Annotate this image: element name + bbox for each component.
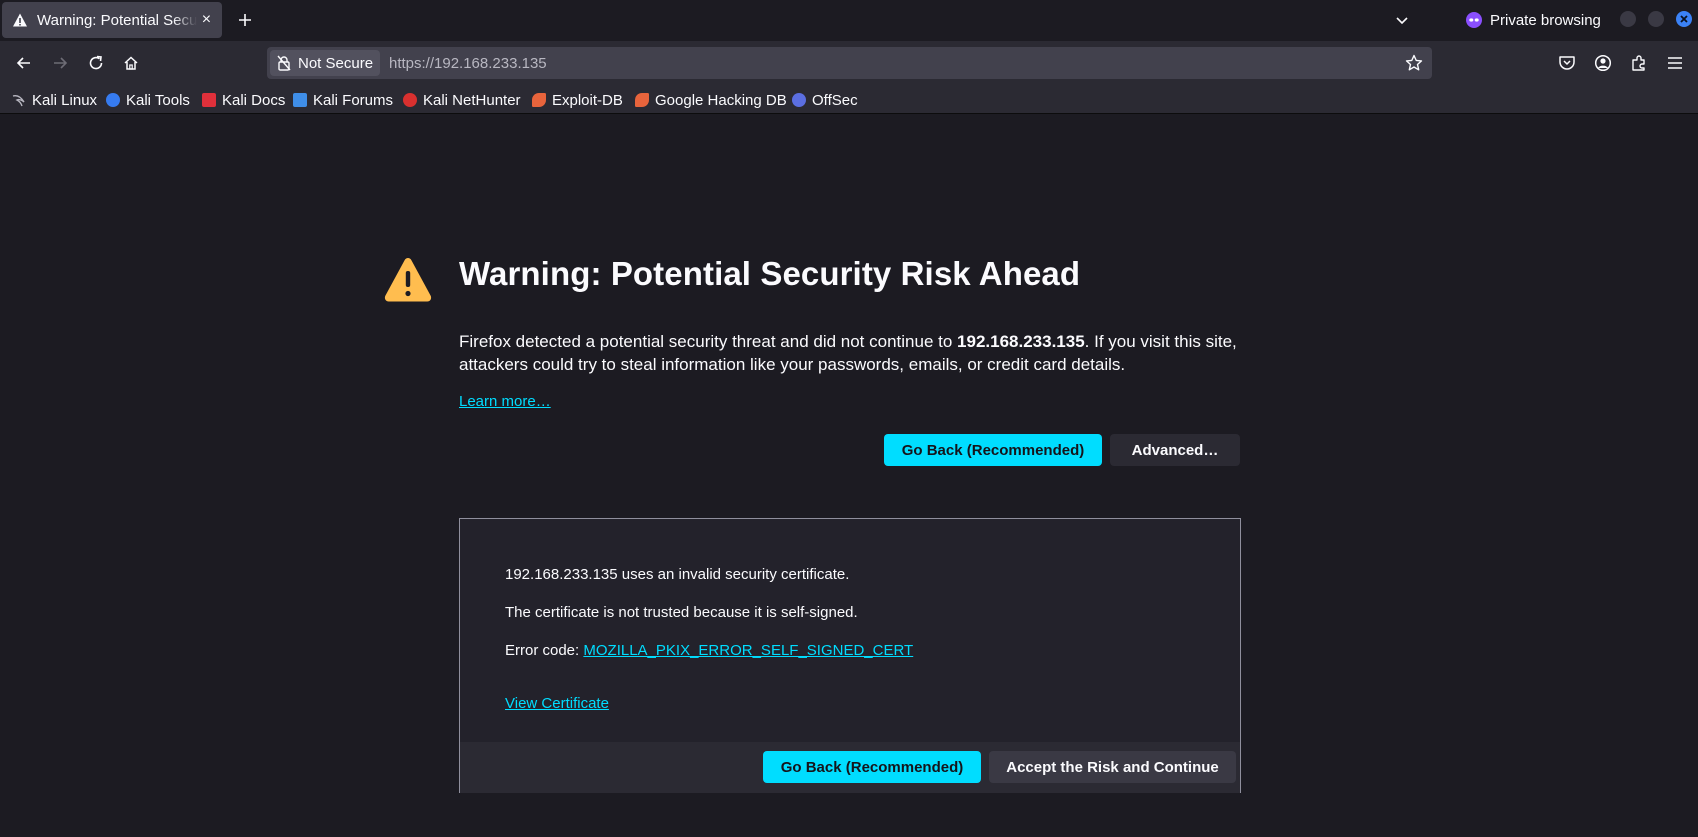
bookmark-kali-tools[interactable]: Kali Tools <box>106 91 190 109</box>
hamburger-menu-icon[interactable] <box>1666 54 1684 72</box>
bookmark-kali-docs[interactable]: Kali Docs <box>202 91 285 109</box>
home-icon <box>124 56 138 70</box>
bookmark-star-icon[interactable] <box>1405 54 1423 72</box>
page-title: Warning: Potential Security Risk Ahead <box>459 255 1081 292</box>
exploit-db-icon <box>532 93 546 107</box>
back-button[interactable] <box>10 49 38 77</box>
accept-risk-button[interactable]: Accept the Risk and Continue <box>989 751 1236 783</box>
new-tab-icon[interactable] <box>234 9 256 31</box>
kali-dragon-icon <box>12 93 26 107</box>
error-code-row: Error code: MOZILLA_PKIX_ERROR_SELF_SIGN… <box>505 642 913 659</box>
bookmark-kali-linux[interactable]: Kali Linux <box>12 91 97 109</box>
bookmark-label: OffSec <box>812 91 858 109</box>
pocket-icon[interactable] <box>1558 54 1576 72</box>
reload-icon <box>89 55 103 70</box>
bookmark-label: Kali Forums <box>313 91 394 109</box>
nethunter-icon <box>403 93 417 107</box>
bookmark-label: Kali Tools <box>126 91 190 109</box>
private-browsing-indicator: Private browsing <box>1466 9 1601 31</box>
error-code-label: Error code: <box>505 642 584 659</box>
private-browsing-label: Private browsing <box>1490 11 1601 29</box>
advanced-panel-footer: Go Back (Recommended) Accept the Risk an… <box>460 742 1240 793</box>
arrow-left-icon <box>16 57 30 69</box>
warning-icon <box>12 12 28 28</box>
go-back-button[interactable]: Go Back (Recommended) <box>884 434 1102 466</box>
warning-triangle-icon <box>384 258 432 302</box>
bookmarks-toolbar: Kali Linux Kali Tools Kali Docs Kali For… <box>0 85 1698 114</box>
not-secure-label: Not Secure <box>298 54 374 72</box>
extensions-icon[interactable] <box>1630 54 1648 72</box>
bookmark-kali-forums[interactable]: Kali Forums <box>293 91 393 109</box>
private-mask-icon <box>1466 12 1482 28</box>
advanced-button[interactable]: Advanced… <box>1110 434 1240 466</box>
bookmark-kali-nethunter[interactable]: Kali NetHunter <box>403 91 521 109</box>
bookmark-label: Google Hacking DB <box>655 91 787 109</box>
tab-strip: Warning: Potential Security Risk Ahead ×… <box>0 0 1698 41</box>
forward-button[interactable] <box>46 49 74 77</box>
close-window-button[interactable] <box>1676 11 1692 27</box>
offsec-icon <box>792 93 806 107</box>
tab-active[interactable]: Warning: Potential Security Risk Ahead × <box>2 2 222 38</box>
close-tab-icon[interactable]: × <box>199 12 214 28</box>
tab-title: Warning: Potential Security Risk Ahead <box>37 11 197 29</box>
bookmark-exploit-db[interactable]: Exploit-DB <box>532 91 623 109</box>
arrow-right-icon <box>54 57 68 69</box>
minimize-button[interactable] <box>1620 11 1636 27</box>
description-text: Firefox detected a potential security th… <box>459 332 958 351</box>
learn-more-link[interactable]: Learn more… <box>459 393 551 410</box>
url-text[interactable]: https://192.168.233.135 <box>389 55 547 72</box>
bookmark-label: Kali Linux <box>32 91 98 109</box>
go-back-button-secondary[interactable]: Go Back (Recommended) <box>763 751 981 783</box>
home-button[interactable] <box>117 49 145 77</box>
bookmark-google-hacking-db[interactable]: Google Hacking DB <box>635 91 787 109</box>
account-icon[interactable] <box>1594 54 1612 72</box>
maximize-button[interactable] <box>1648 11 1664 27</box>
reload-button[interactable] <box>82 49 110 77</box>
error-description: Firefox detected a potential security th… <box>459 330 1239 376</box>
error-code-link[interactable]: MOZILLA_PKIX_ERROR_SELF_SIGNED_CERT <box>583 642 913 659</box>
invalid-cert-text: 192.168.233.135 uses an invalid security… <box>505 566 850 583</box>
advanced-panel: 192.168.233.135 uses an invalid security… <box>459 518 1241 793</box>
not-secure-indicator[interactable]: Not Secure <box>270 50 380 76</box>
kali-docs-icon <box>202 93 216 107</box>
insecure-lock-icon <box>277 55 291 71</box>
self-signed-text: The certificate is not trusted because i… <box>505 604 858 621</box>
bookmark-label: Kali Docs <box>222 91 286 109</box>
bookmark-label: Kali NetHunter <box>423 91 521 109</box>
bookmark-offsec[interactable]: OffSec <box>792 91 858 109</box>
chevron-down-icon[interactable] <box>1392 10 1412 30</box>
kali-tools-icon <box>106 93 120 107</box>
view-certificate-link[interactable]: View Certificate <box>505 695 609 712</box>
ghdb-icon <box>635 93 649 107</box>
kali-forums-icon <box>293 93 307 107</box>
bookmark-label: Exploit-DB <box>552 91 623 109</box>
description-host: 192.168.233.135 <box>957 332 1085 351</box>
close-icon <box>1680 15 1688 23</box>
